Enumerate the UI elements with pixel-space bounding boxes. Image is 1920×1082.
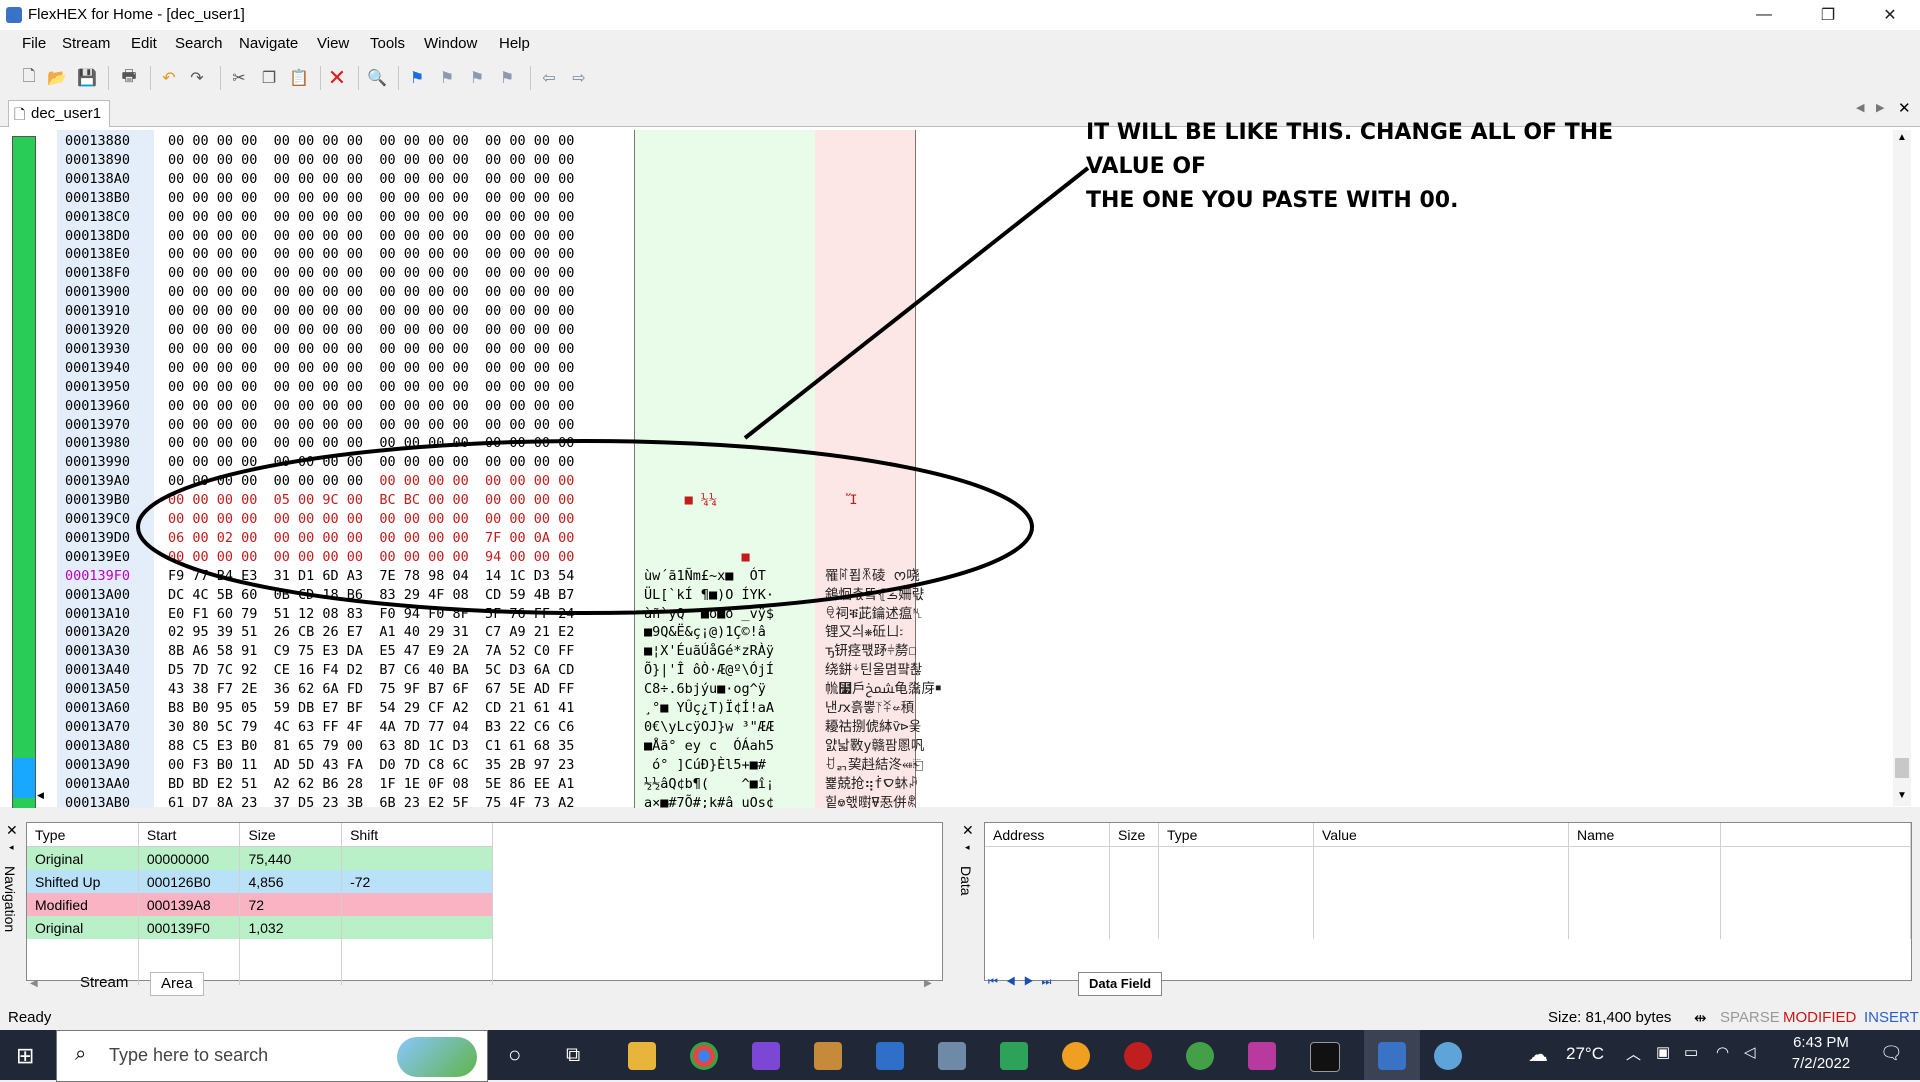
hscroll-left-icon[interactable]: ◀: [30, 978, 38, 989]
tab-data-field[interactable]: Data Field: [1078, 972, 1163, 996]
taskbar-search-box[interactable]: ⌕ Type here to search: [56, 1030, 488, 1082]
data-nav-arrows[interactable]: ⏮◀▶⏭: [988, 976, 1059, 989]
navigation-cell-start: 000139A8: [138, 893, 241, 916]
navigation-row[interactable]: Shifted Up 000126B0 4,856 -72: [27, 870, 493, 893]
close-data-icon[interactable]: ✕: [962, 822, 974, 839]
navigation-cell-shift: [341, 916, 493, 939]
col-extra: [1720, 823, 1911, 847]
col-address[interactable]: Address: [985, 823, 1110, 847]
close-navigation-icon[interactable]: ✕: [6, 822, 18, 839]
navigation-row[interactable]: Original 00000000 75,440: [27, 846, 493, 870]
tray-device-icon[interactable]: ▣: [1656, 1043, 1670, 1061]
annotation-line-1: IT WILL BE LIKE THIS. CHANGE ALL OF THE …: [1086, 120, 1614, 179]
bottom-panels: ✕ ◂ Navigation Type Start Size Shift Ori…: [0, 808, 1920, 1008]
winrar-icon[interactable]: [1248, 1042, 1276, 1070]
status-sparse: SPARSE: [1720, 1009, 1780, 1026]
app-paint-icon[interactable]: [1434, 1042, 1462, 1070]
notification-icon[interactable]: 🗨: [1880, 1043, 1903, 1064]
status-modified: MODIFIED: [1783, 1009, 1857, 1026]
data-table-container: Address Size Type Value Name: [984, 822, 1912, 981]
tab-stream[interactable]: Stream: [70, 972, 138, 994]
navigation-cell-size: 1,032: [239, 916, 343, 939]
search-icon: ⌕: [75, 1043, 87, 1065]
flexhex-taskbar-icon: [1378, 1042, 1406, 1070]
navigation-row[interactable]: Original 000139F0 1,032: [27, 916, 493, 939]
navigation-panel-label[interactable]: Navigation: [2, 866, 18, 932]
app-window-icon[interactable]: [876, 1042, 904, 1070]
data-panel-label[interactable]: Data: [958, 866, 974, 896]
status-bar: Ready Size: 81,400 bytes ⇹ SPARSE MODIFI…: [0, 1006, 1920, 1030]
annotation-pointer-line: [743, 166, 1090, 440]
app-yellow-icon[interactable]: [1062, 1042, 1090, 1070]
search-placeholder: Type here to search: [109, 1045, 269, 1065]
tray-clock[interactable]: 6:43 PM 7/2/2022: [1784, 1034, 1858, 1072]
navigation-cell-type: Original: [27, 916, 139, 939]
navigation-cell-shift: [341, 893, 493, 916]
app-dragon-icon[interactable]: [814, 1042, 842, 1070]
navigation-cell-size: 72: [239, 893, 343, 916]
navigation-cell-type: Original: [27, 846, 139, 870]
navigation-cell-start: 000126B0: [138, 870, 241, 893]
tray-chevron-icon[interactable]: ︿: [1626, 1043, 1641, 1064]
status-ready: Ready: [8, 1009, 52, 1026]
col-type[interactable]: Type: [27, 823, 139, 847]
navigation-cell-start: 000139F0: [138, 916, 241, 939]
highlight-ellipse: [136, 439, 1034, 615]
app-calculator-icon[interactable]: [1000, 1042, 1028, 1070]
status-size: Size: 81,400 bytes: [1548, 1009, 1672, 1026]
tray-time: 6:43 PM: [1793, 1034, 1849, 1051]
navigation-cell-shift: [341, 846, 493, 870]
navigation-cell-type: Shifted Up: [27, 870, 139, 893]
navigation-pin-icon[interactable]: ◂: [9, 842, 14, 853]
col-value[interactable]: Value: [1313, 823, 1569, 847]
col-type[interactable]: Type: [1158, 823, 1314, 847]
sparse-icon: ⇹: [1694, 1010, 1707, 1027]
navigation-cell-start: 00000000: [138, 846, 241, 870]
windows-start-icon[interactable]: ⊞: [16, 1043, 34, 1069]
terminal-icon[interactable]: [1310, 1042, 1340, 1072]
file-explorer-icon[interactable]: [628, 1042, 656, 1070]
col-size[interactable]: Size: [1109, 823, 1159, 847]
annotation-line-2: THE ONE YOU PASTE WITH 00.: [1086, 188, 1459, 213]
tray-date: 7/2/2022: [1791, 1055, 1851, 1072]
col-size[interactable]: Size: [239, 823, 343, 847]
col-start[interactable]: Start: [138, 823, 241, 847]
app-green-icon[interactable]: [1186, 1042, 1214, 1070]
tray-battery-icon[interactable]: ▭: [1684, 1043, 1698, 1061]
data-pin-icon[interactable]: ◂: [965, 842, 970, 853]
navigation-cell-shift: -72: [341, 870, 493, 893]
hscroll-right-icon[interactable]: ▶: [924, 978, 932, 989]
navigation-cell-type: Modified: [27, 893, 139, 916]
data-table: Address Size Type Value Name: [985, 823, 1911, 939]
navigation-row[interactable]: Modified 000139A8 72: [27, 893, 493, 916]
cortana-icon[interactable]: ○: [508, 1042, 521, 1068]
flexhex-taskbar-active[interactable]: [1364, 1030, 1420, 1080]
tray-volume-icon[interactable]: ◁: [1744, 1043, 1756, 1061]
app-network-icon[interactable]: [938, 1042, 966, 1070]
navigation-table: Type Start Size Shift Original 00000000 75…: [27, 823, 493, 985]
chrome-icon[interactable]: [690, 1042, 718, 1070]
navigation-table-container: Type Start Size Shift Original 00000000 75…: [26, 822, 943, 985]
tab-area[interactable]: Area: [150, 972, 204, 996]
col-shift[interactable]: Shift: [341, 823, 493, 847]
navigation-cell-size: 75,440: [239, 846, 343, 870]
app-red-icon[interactable]: [1124, 1042, 1152, 1070]
status-insert: INSERT: [1864, 1009, 1919, 1026]
annotation-text: IT WILL BE LIKE THIS. CHANGE ALL OF THE …: [1086, 116, 1686, 218]
navigation-cell-size: 4,856: [239, 870, 343, 893]
visual-studio-icon[interactable]: [752, 1042, 780, 1070]
col-name[interactable]: Name: [1568, 823, 1721, 847]
tray-wifi-icon[interactable]: ◠: [1716, 1043, 1729, 1061]
search-highlight-icon: [397, 1037, 477, 1077]
weather-icon[interactable]: ☁: [1528, 1042, 1548, 1067]
task-view-icon[interactable]: ⧉: [566, 1044, 580, 1067]
taskbar-temperature[interactable]: 27°C: [1566, 1044, 1604, 1064]
